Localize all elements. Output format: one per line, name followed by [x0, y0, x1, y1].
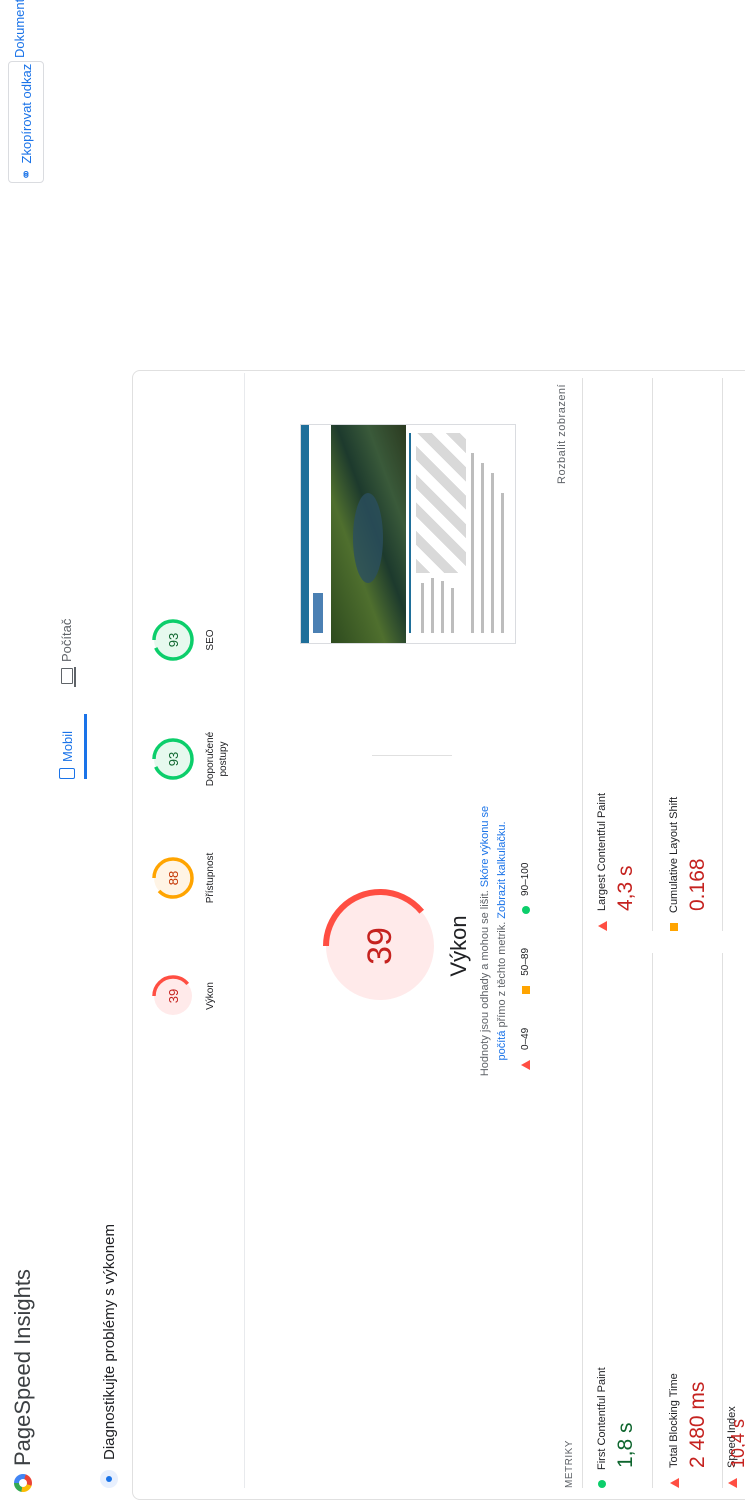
- gauge-performance[interactable]: 39: [150, 973, 196, 1019]
- gauge-score: 88: [165, 870, 181, 886]
- preview-text-line: [481, 463, 484, 633]
- preview-pattern: [416, 433, 466, 573]
- gauge-score: 39: [165, 988, 181, 1004]
- divider: [652, 953, 653, 1488]
- orange-square-icon: [521, 985, 530, 994]
- preview-text-line: [501, 493, 504, 633]
- preview-lake: [353, 493, 383, 583]
- metric-label: Cumulative Layout Shift: [668, 796, 680, 913]
- laptop-icon: [60, 668, 73, 684]
- tab-desktop-label: Počítač: [59, 618, 74, 662]
- gauge-best-practices[interactable]: 93: [150, 736, 196, 782]
- legend-item: 50–89: [520, 948, 531, 994]
- divider: [652, 378, 653, 931]
- page-screenshot-preview: [300, 424, 516, 644]
- metric-label: Largest Contentful Paint: [596, 792, 608, 911]
- category-label: Doporučené postupy: [205, 731, 229, 787]
- preview-text-line: [431, 578, 434, 633]
- tab-desktop[interactable]: Počítač: [59, 619, 74, 684]
- copy-link-button[interactable]: ⚭ Zkopírovat odkaz: [8, 61, 44, 183]
- metric-cls: Cumulative Layout Shift: [668, 797, 680, 931]
- divider: [722, 378, 723, 931]
- app-name: PageSpeed Insights: [10, 1269, 35, 1466]
- metrics-title: METRIKY: [564, 1440, 575, 1488]
- phone-icon: [59, 768, 75, 779]
- diagnose-heading: Diagnostikujte problémy s výkonem: [100, 1224, 118, 1488]
- preview-text-line: [421, 583, 424, 633]
- legend-item: 90–100: [520, 863, 531, 914]
- category-label: SEO: [205, 629, 216, 651]
- divider: [722, 953, 723, 1488]
- preview-logo: [313, 593, 323, 633]
- expand-view-button[interactable]: Rozbalit zobrazení: [556, 384, 568, 484]
- preview-text-line: [491, 473, 494, 633]
- legend-item: 0–49: [520, 1028, 531, 1070]
- preview-topbar: [301, 425, 309, 643]
- metric-lcp: Largest Contentful Paint: [596, 793, 608, 931]
- red-triangle-icon: [521, 1060, 530, 1070]
- preview-text-line: [441, 581, 444, 633]
- copy-link-label: Zkopírovat odkaz: [18, 63, 34, 164]
- divider: [582, 378, 583, 1488]
- app-logo[interactable]: PageSpeed Insights: [10, 1269, 36, 1492]
- docs-link[interactable]: Dokumenty: [12, 0, 27, 58]
- green-circle-icon: [598, 1480, 606, 1488]
- note-mid: přímo z těchto metrik.: [496, 918, 508, 1031]
- pagespeed-logo-icon: [14, 1474, 32, 1492]
- performance-title: Výkon: [446, 915, 471, 977]
- metric-label: First Contentful Paint: [596, 1367, 608, 1470]
- metric-value: 1,8 s: [614, 1422, 637, 1468]
- tab-mobile-label: Mobil: [59, 730, 75, 762]
- metric-value: 10,4 s: [728, 1419, 745, 1468]
- performance-note: Hodnoty jsou odhady a mohou se lišit. Sk…: [477, 796, 511, 1086]
- category-label: Přístupnost: [205, 852, 216, 904]
- metric-value: 0.168: [686, 858, 709, 911]
- metric-value: 2 480 ms: [686, 1381, 709, 1468]
- calculator-link[interactable]: Zobrazit kalkulačku.: [496, 821, 508, 918]
- preview-divider: [409, 433, 411, 633]
- tab-mobile[interactable]: Mobil: [59, 731, 75, 779]
- divider: [244, 373, 245, 1488]
- gauge-seo[interactable]: 93: [150, 617, 196, 663]
- red-triangle-icon: [669, 1478, 679, 1488]
- gauge-score: 93: [165, 751, 181, 767]
- gauge-score: 93: [165, 632, 181, 648]
- red-triangle-icon: [727, 1478, 737, 1488]
- tab-selected-indicator: [84, 714, 87, 779]
- gauge-accessibility[interactable]: 88: [150, 855, 196, 901]
- preview-text-line: [471, 453, 474, 633]
- diagnose-icon: [100, 1470, 118, 1488]
- link-icon: ⚭: [17, 168, 34, 181]
- legend-range: 90–100: [520, 862, 531, 896]
- legend-range: 50–89: [520, 947, 531, 976]
- diagnose-title: Diagnostikujte problémy s výkonem: [100, 1224, 118, 1460]
- preview-text-line: [451, 588, 454, 633]
- category-label: Výkon: [205, 982, 216, 1010]
- orange-square-icon: [670, 923, 678, 931]
- note-text: Hodnoty jsou odhady a mohou se lišit.: [479, 887, 491, 1077]
- legend-range: 0–49: [520, 1027, 531, 1050]
- page-canvas: PageSpeed Insights ⚭ Zkopírovat odkaz Do…: [0, 0, 745, 1506]
- metric-label: Total Blocking Time: [668, 1373, 680, 1468]
- score-legend: 0–49 50–89 90–100: [520, 863, 531, 1070]
- performance-score: 39: [360, 927, 399, 965]
- red-triangle-icon: [597, 921, 607, 931]
- metric-value: 4,3 s: [614, 865, 637, 911]
- metric-fcp: First Contentful Paint: [596, 1367, 608, 1488]
- divider: [372, 755, 452, 756]
- green-circle-icon: [521, 905, 530, 914]
- metric-tbt: Total Blocking Time: [668, 1373, 680, 1488]
